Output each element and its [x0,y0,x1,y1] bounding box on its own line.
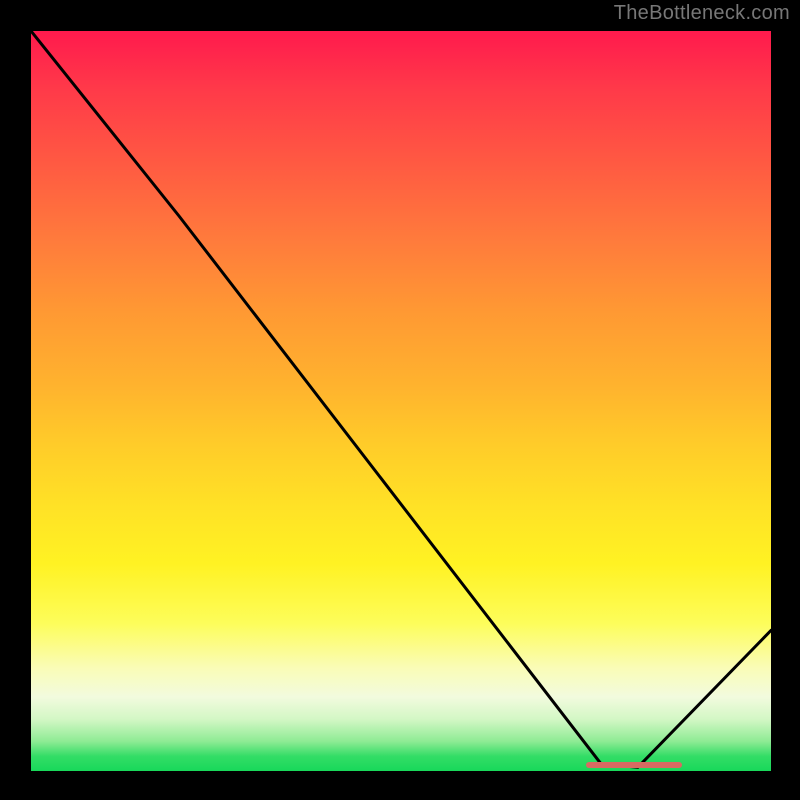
chart-stage: TheBottleneck.com [0,0,800,800]
watermark-text: TheBottleneck.com [614,2,790,25]
minimum-marker [586,762,682,768]
plot-area [31,31,771,771]
bottleneck-curve [31,31,771,771]
